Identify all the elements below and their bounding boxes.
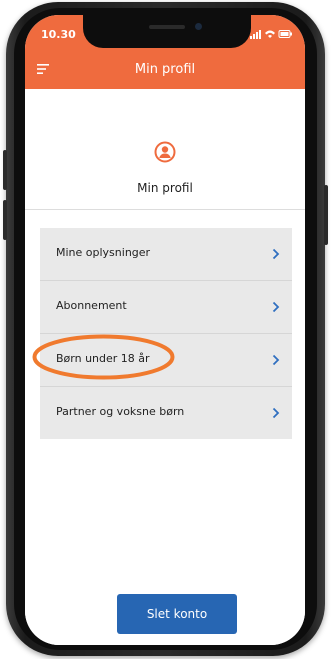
chevron-right-icon xyxy=(272,248,280,260)
phone-notch xyxy=(83,15,251,48)
side-button xyxy=(3,150,7,190)
front-camera xyxy=(195,23,202,30)
menu-item-abonnement[interactable]: Abonnement xyxy=(40,281,292,334)
menu-item-mine-oplysninger[interactable]: Mine oplysninger xyxy=(40,228,292,281)
speaker-grille xyxy=(149,25,185,29)
profile-label: Min profil xyxy=(137,181,193,195)
menu-item-label: Partner og voksne børn xyxy=(56,405,185,418)
user-profile-icon xyxy=(154,141,176,163)
header-title: Min profil xyxy=(134,62,196,77)
menu-item-label: Abonnement xyxy=(56,299,127,312)
status-time: 10.30 xyxy=(41,28,76,41)
battery-icon xyxy=(278,30,292,38)
wifi-icon xyxy=(265,30,275,38)
screenshot-stage: 10.30 Min profil Min profil Mine oplysni… xyxy=(0,0,331,659)
menu-item-partner-og-voksne-boern[interactable]: Partner og voksne børn xyxy=(40,387,292,439)
profile-menu-list: Mine oplysninger Abonnement Børn under 1… xyxy=(40,228,292,439)
phone-screen: 10.30 Min profil Min profil Mine oplysni… xyxy=(25,15,305,645)
side-button xyxy=(324,185,328,245)
side-button xyxy=(3,200,7,240)
chevron-right-icon xyxy=(272,301,280,313)
menu-item-label: Børn under 18 år xyxy=(56,352,150,365)
chevron-right-icon xyxy=(272,354,280,366)
chevron-right-icon xyxy=(272,407,280,419)
delete-account-button[interactable]: Slet konto xyxy=(117,594,237,634)
profile-section: Min profil xyxy=(25,89,305,210)
menu-item-boern-under-18[interactable]: Børn under 18 år xyxy=(40,334,292,387)
signal-icon xyxy=(250,30,261,39)
app-header: 10.30 Min profil xyxy=(25,15,305,89)
status-icons xyxy=(250,30,292,39)
menu-item-label: Mine oplysninger xyxy=(56,246,151,259)
